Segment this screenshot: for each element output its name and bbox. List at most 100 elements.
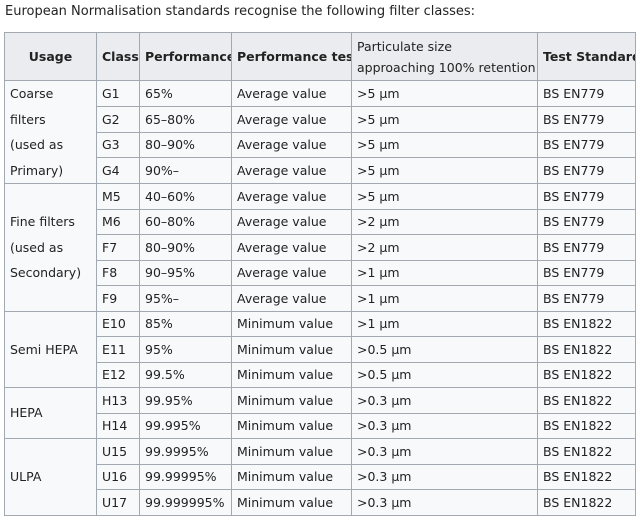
performance-test-cell: Minimum value [231,310,352,337]
table-row: HEPA H13 99.95% Minimum value >0.3 µm BS EN18… [4,387,636,439]
usage-line: Secondary) [10,265,82,280]
usage-line: (used as [10,239,64,255]
particulate-size-cell: >0.3 µm [351,463,538,490]
class-cell: H14 [96,412,140,439]
test-standard-cell: BS EN779 [537,259,636,286]
particulate-size-cell: >5 µm [351,105,538,133]
header-particulate-size: Particulate size approaching 100% retent… [351,32,538,81]
performance-cell: 99.995% [139,412,232,439]
performance-cell: 60–80% [139,208,232,235]
header-test-standard: Test Standard [537,32,636,81]
table-row: F9 95%– Average value >1 µm BS EN779 [5,285,636,312]
performance-cell: 65–80% [139,105,232,133]
performance-test-cell: Average value [231,183,352,210]
test-standard-cell: BS EN1822 [537,336,636,363]
test-standard-cell: BS EN1822 [537,310,636,337]
class-cell: G2 [96,105,140,133]
performance-test-cell: Minimum value [231,412,352,439]
performance-cell: 85% [139,310,232,337]
class-cell: E10 [96,310,140,337]
performance-cell: 80–90% [139,131,232,159]
particulate-size-cell: >2 µm [351,234,538,261]
class-cell: G4 [96,157,140,184]
particulate-size-cell: >5 µm [351,131,538,159]
usage-line: Primary) [10,162,64,178]
table-row: U16 99.99995% Minimum value >0.3 µm BS EN182… [5,463,636,490]
class-cell: F8 [96,259,140,286]
usage-line: Semi HEPA [10,341,78,357]
class-cell: U17 [96,489,140,516]
performance-test-cell: Average value [231,157,352,184]
table-row: ULPA U15 99.9995% Minimum value >0.3 µm BS EN… [4,438,636,516]
table-row: E11 95% Minimum value >0.5 µm BS EN1822 [5,336,636,363]
test-standard-cell: BS EN1822 [537,438,636,465]
performance-test-cell: Average value [231,131,352,159]
particulate-size-cell: >0.5 µm [351,336,538,363]
test-standard-cell: BS EN779 [537,285,636,312]
particulate-size-cell: >0.3 µm [351,387,538,414]
header-usage: Usage [4,32,97,81]
performance-cell: 99.95% [139,387,232,414]
test-standard-cell: BS EN779 [537,208,636,235]
class-cell: G3 [96,131,140,159]
performance-test-cell: Minimum value [231,489,352,516]
usage-cell: HEPA [4,387,97,439]
performance-test-cell: Average value [231,80,352,107]
intro-text: European Normalisation standards recogni… [5,4,476,19]
performance-test-cell: Minimum value [231,463,352,490]
class-cell: E12 [96,361,140,388]
table-row: H14 99.995% Minimum value >0.3 µm BS EN1822 [5,412,636,439]
performance-test-cell: Average value [231,105,352,133]
performance-cell: 99.5% [139,361,232,388]
table-row: M6 60–80% Average value >2 µm BS EN779 [5,208,636,235]
test-standard-cell: BS EN779 [537,183,636,210]
table-row: Coarse filters (used as Primary) G1 65% Avera… [4,80,636,184]
test-standard-cell: BS EN1822 [537,489,636,516]
performance-cell: 99.999995% [139,489,232,516]
performance-cell: 95%– [139,285,232,312]
table-row: U17 99.999995% Minimum value >0.3 µm BS EN18… [5,489,636,516]
header-particulate-line2: approaching 100% retention [357,59,536,75]
class-cell: M5 [96,183,140,210]
class-cell: F7 [96,234,140,261]
performance-cell: 65% [139,80,232,107]
table-row: Fine filters (used as Secondary) M5 40–60% Av… [4,183,636,312]
usage-cell: Coarse filters (used as Primary) [4,80,97,184]
test-standard-cell: BS EN779 [537,105,636,133]
usage-line: ULPA [10,469,42,484]
particulate-size-cell: >0.5 µm [351,361,538,388]
test-standard-cell: BS EN1822 [537,387,636,414]
performance-test-cell: Minimum value [231,336,352,363]
class-cell: H13 [96,387,140,414]
performance-test-cell: Minimum value [231,387,352,414]
performance-cell: 95% [139,336,232,363]
usage-line: HEPA [10,405,43,421]
class-cell: U15 [96,438,140,465]
filter-classes-table: Usage Class Performance Performance test… [4,32,636,516]
particulate-size-cell: >2 µm [351,208,538,235]
class-cell: F9 [96,285,140,312]
test-standard-cell: BS EN779 [537,131,636,159]
performance-test-cell: Average value [231,285,352,312]
test-standard-cell: BS EN1822 [537,361,636,388]
performance-cell: 90–95% [139,259,232,286]
test-standard-cell: BS EN1822 [537,463,636,490]
table-row: E12 99.5% Minimum value >0.5 µm BS EN1822 [5,361,636,388]
class-cell: E11 [96,336,140,363]
class-cell: G1 [96,80,140,107]
table-row: G2 65–80% Average value >5 µm BS EN779 [5,105,636,133]
performance-test-cell: Minimum value [231,438,352,465]
table-row: G4 90%– Average value >5 µm BS EN779 [5,157,636,184]
performance-test-cell: Average value [231,234,352,261]
header-performance: Performance [139,32,232,81]
performance-test-cell: Average value [231,259,352,286]
particulate-size-cell: >0.3 µm [351,412,538,439]
table-header-row: Usage Class Performance Performance test… [4,32,636,81]
performance-test-cell: Average value [231,208,352,235]
table-body: Coarse filters (used as Primary) G1 65% Avera… [4,80,636,516]
usage-line: (used as [10,137,64,152]
particulate-size-cell: >5 µm [351,183,538,210]
particulate-size-cell: >1 µm [351,259,538,286]
particulate-size-cell: >5 µm [351,157,538,184]
test-standard-cell: BS EN1822 [537,412,636,439]
